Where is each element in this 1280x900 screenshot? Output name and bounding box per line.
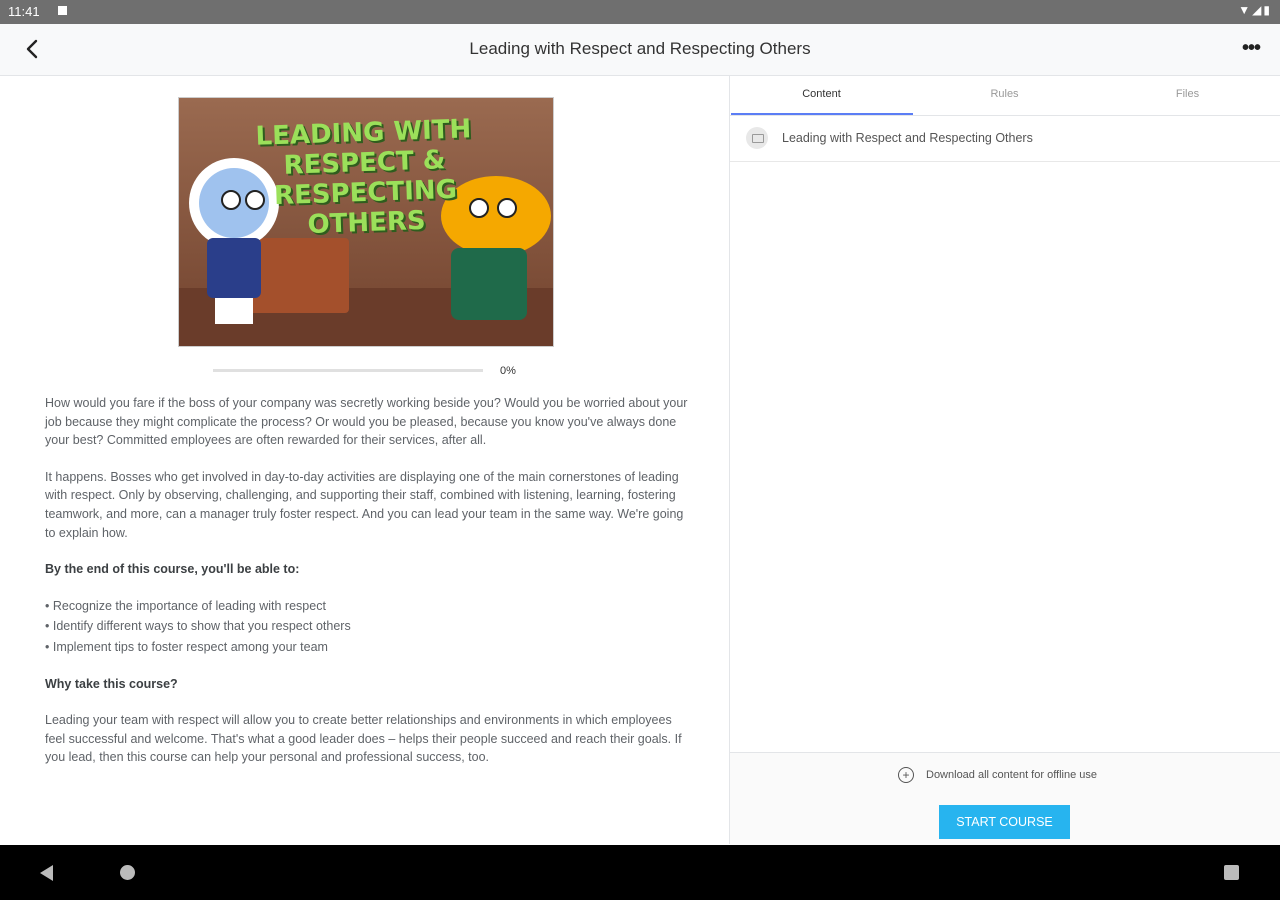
list-item: • Recognize the importance of leading wi… [45,598,326,613]
description-paragraph: How would you fare if the boss of your c… [45,396,688,448]
system-nav-bar [0,845,1280,900]
objectives-list: • Recognize the importance of leading wi… [45,597,690,657]
page-title: Leading with Respect and Respecting Othe… [469,39,811,58]
tab-indicator [731,113,913,115]
objectives-heading: By the end of this course, you'll be abl… [45,562,300,577]
download-icon[interactable]: + [898,767,914,783]
course-overview: LEADING WITH RESPECT & RESPECTING OTHERS… [0,76,728,844]
character-left-body [207,238,261,298]
progress-label: 0% [500,365,516,377]
tab-content[interactable]: Content [730,88,913,100]
tab-bar: Content Rules Files [730,76,1280,116]
notification-icon [58,6,67,15]
course-description: How would you fare if the boss of your c… [45,394,690,785]
presentation-icon [746,127,768,149]
download-all-link[interactable]: Download all content for offline use [926,769,1097,781]
tab-rules[interactable]: Rules [913,88,1096,100]
description-paragraph: Leading your team with respect will allo… [45,713,682,765]
signal-icon: ◢ [1252,3,1264,17]
description-paragraph: It happens. Bosses who get involved in d… [45,469,684,540]
list-item: • Implement tips to foster respect among… [45,639,328,654]
status-bar: 11:41 ▼◢▮ [0,0,1280,24]
panel-divider [729,76,730,844]
course-footer: + Download all content for offline use S… [730,752,1280,845]
battery-icon: ▮ [1263,3,1272,17]
desk-illustration [249,238,349,313]
list-item[interactable]: Leading with Respect and Respecting Othe… [730,116,1280,162]
start-course-button[interactable]: START COURSE [939,805,1070,839]
progress-bar [213,369,483,372]
character-left-legs [215,298,253,324]
content-item-label: Leading with Respect and Respecting Othe… [782,131,1033,145]
nav-home-icon[interactable] [120,865,135,880]
list-item: • Identify different ways to show that y… [45,619,351,634]
status-icons: ▼◢▮ [1238,3,1272,17]
wifi-icon: ▼ [1238,3,1253,17]
why-heading: Why take this course? [45,676,178,691]
tab-files[interactable]: Files [1096,88,1279,100]
character-right-body [451,248,527,320]
thumbnail-title: LEADING WITH RESPECT & RESPECTING OTHERS [255,114,472,241]
more-horizontal-icon[interactable]: ••• [1242,37,1261,60]
status-time: 11:41 [8,4,40,19]
nav-back-icon[interactable] [40,865,53,881]
course-thumbnail[interactable]: LEADING WITH RESPECT & RESPECTING OTHERS [178,97,554,347]
app-bar: Leading with Respect and Respecting Othe… [0,24,1280,76]
nav-recents-icon[interactable] [1224,865,1239,880]
